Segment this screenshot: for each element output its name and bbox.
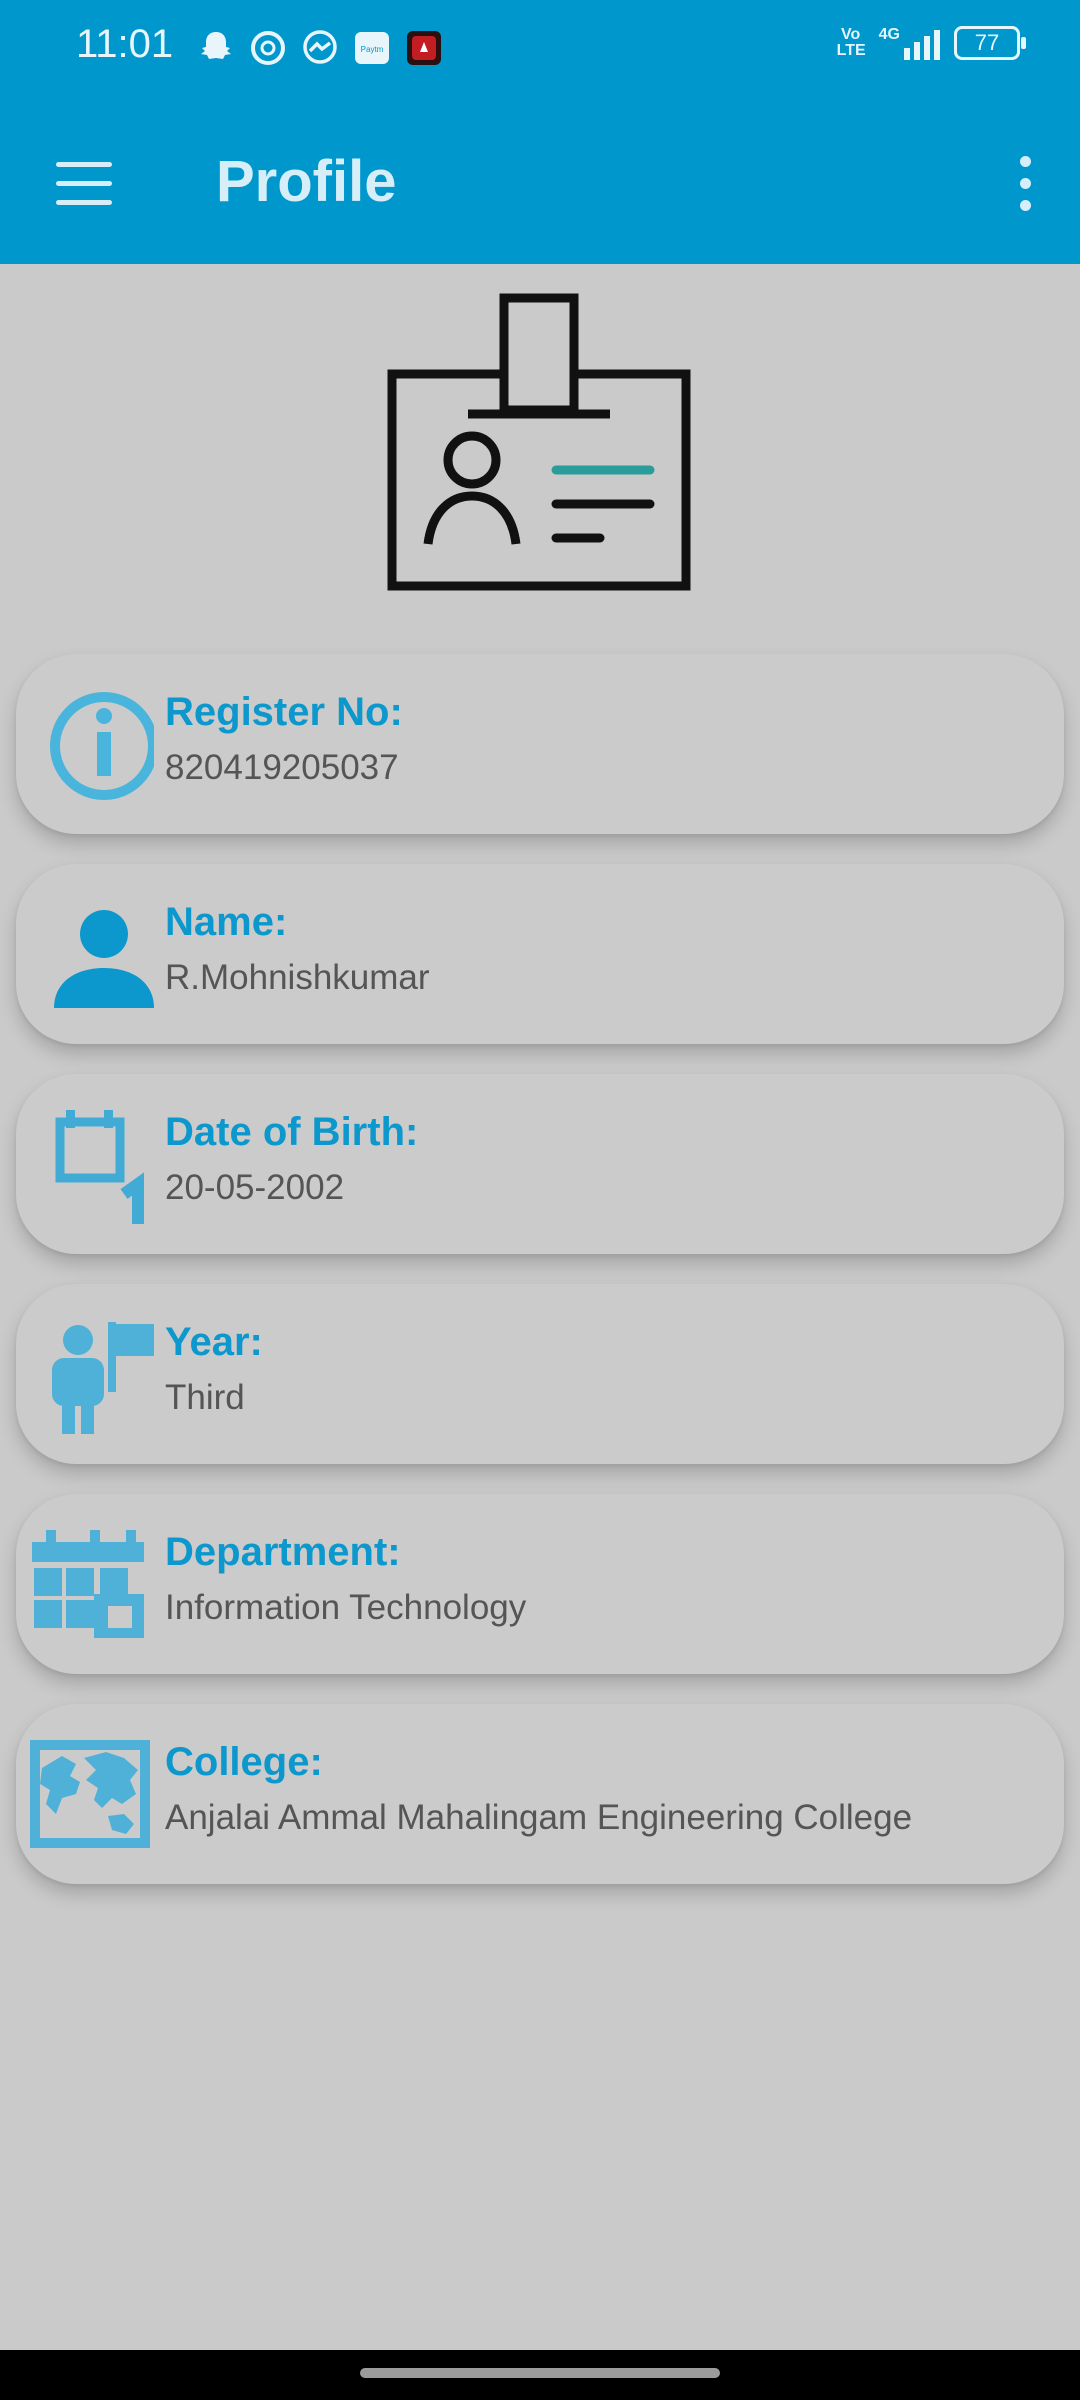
world-map-icon	[30, 1740, 150, 1848]
dob-card: Date of Birth: 20-05-2002	[16, 1074, 1064, 1254]
page-title: Profile	[216, 149, 397, 214]
name-value: R.Mohnishkumar	[165, 958, 430, 997]
college-value: Anjalai Ammal Mahalingam Engineering Col…	[165, 1798, 913, 1837]
calendar-day-icon	[55, 1110, 144, 1224]
student-flag-icon	[52, 1322, 154, 1434]
department-card: Department: Information Technology	[16, 1494, 1064, 1674]
app-bar: Profile	[0, 96, 1080, 264]
person-icon	[54, 910, 154, 1008]
paytm-icon: Paytm	[355, 32, 389, 64]
college-label: College:	[165, 1740, 323, 1784]
info-icon	[50, 692, 154, 800]
home-gesture-handle[interactable]	[360, 2368, 720, 2378]
department-value: Information Technology	[165, 1588, 527, 1627]
dob-value: 20-05-2002	[165, 1168, 345, 1207]
name-label: Name:	[165, 900, 288, 944]
network-type-label: 4G	[878, 26, 900, 43]
register-no-value: 820419205037	[165, 748, 399, 787]
snapchat-icon	[201, 32, 231, 59]
signal-icon: 4G	[879, 26, 940, 60]
chrome-icon	[251, 31, 285, 65]
department-label: Department:	[165, 1530, 401, 1574]
status-time: 11:01	[76, 22, 174, 66]
dob-label: Date of Birth:	[165, 1110, 419, 1154]
messenger-icon	[303, 30, 337, 64]
name-card: Name: R.Mohnishkumar	[16, 864, 1064, 1044]
register-no-card: Register No: 820419205037	[16, 654, 1064, 834]
year-value: Third	[165, 1378, 245, 1417]
register-no-label: Register No:	[165, 690, 403, 734]
year-label: Year:	[165, 1320, 263, 1364]
battery-icon: 77	[954, 26, 1026, 60]
college-card: College: Anjalai Ammal Mahalingam Engine…	[16, 1704, 1064, 1884]
navigation-bar	[0, 2350, 1080, 2400]
more-options-button[interactable]	[990, 140, 1060, 228]
battery-level: 77	[974, 30, 1000, 55]
menu-button[interactable]	[40, 140, 128, 228]
status-bar: 11:01 Paytm Vo LTE 4G 77	[0, 0, 1080, 96]
id-card-icon	[387, 293, 691, 591]
volte-icon: Vo LTE	[836, 26, 866, 59]
year-card: Year: Third	[16, 1284, 1064, 1464]
app-icon	[407, 31, 441, 65]
paytm-label: Paytm	[361, 45, 384, 54]
system-status-icons: Vo LTE 4G 77	[836, 26, 1026, 60]
notification-icons: Paytm	[196, 26, 444, 70]
department-calendar-icon	[32, 1530, 144, 1638]
